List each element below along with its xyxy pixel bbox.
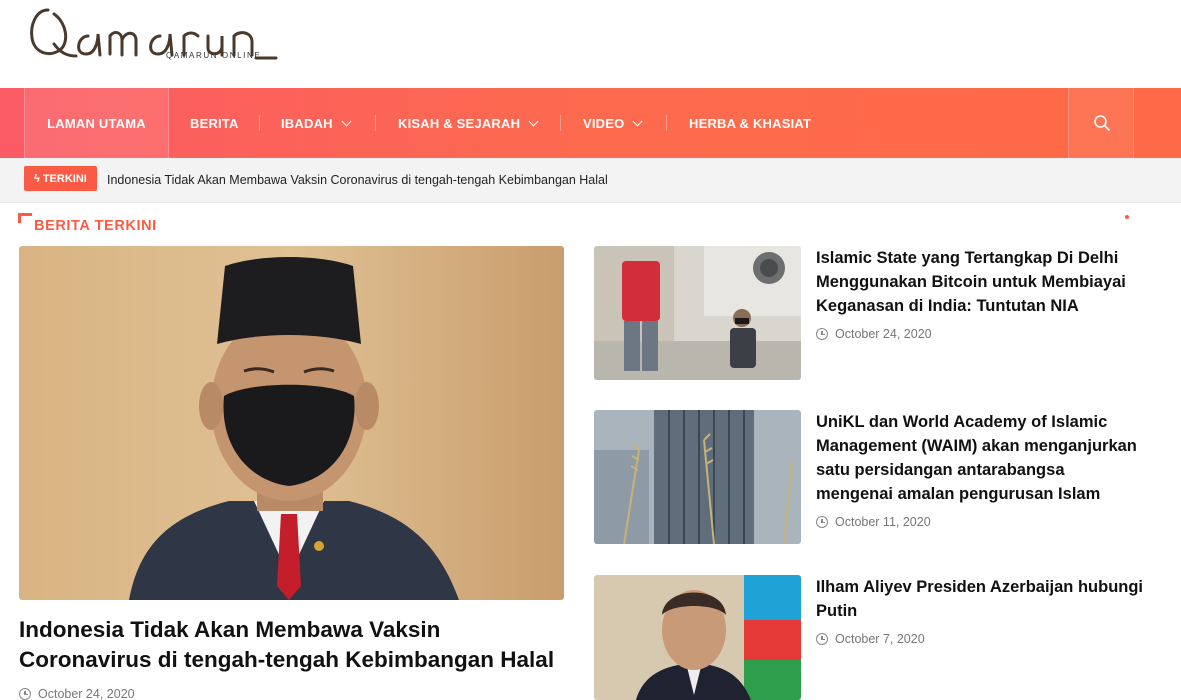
post-title[interactable]: Ilham Aliyev Presiden Azerbaijan hubungi…: [816, 575, 1146, 623]
post-thumbnail[interactable]: [594, 575, 801, 700]
search-button[interactable]: [1068, 88, 1134, 158]
post-date-meta: October 7, 2020: [816, 632, 925, 646]
slider-dot[interactable]: [1125, 215, 1129, 219]
nav-divider: [560, 115, 561, 131]
chevron-down-icon: [633, 116, 643, 126]
post-title[interactable]: Islamic State yang Tertangkap Di Delhi M…: [816, 246, 1146, 318]
post-date: October 7, 2020: [835, 632, 925, 646]
ticker-badge-label: TERKINI: [42, 172, 87, 185]
post-thumbnail[interactable]: [594, 410, 801, 544]
post-photo: [594, 575, 801, 700]
nav-label: BERITA: [190, 115, 239, 131]
search-icon: [1094, 115, 1110, 131]
post-date-meta: October 24, 2020: [816, 327, 932, 341]
nav-divider: [375, 115, 376, 131]
chevron-down-icon: [341, 116, 352, 126]
post-photo: [594, 410, 801, 544]
featured-article-date: October 24, 2020: [19, 687, 135, 700]
post-photo: [594, 246, 801, 380]
post-date: October 11, 2020: [835, 515, 931, 529]
clock-icon: [19, 688, 31, 700]
nav-label: LAMAN UTAMA: [47, 115, 146, 131]
heading-corner-accent: [18, 213, 32, 223]
news-ticker: ϟ TERKINI Indonesia Tidak Akan Membawa V…: [0, 158, 1181, 203]
main-navigation: LAMAN UTAMA BERITA IBADAH KISAH & SEJARA…: [0, 88, 1181, 158]
nav-label: HERBA & KHASIAT: [689, 115, 812, 131]
post-date: October 24, 2020: [38, 687, 135, 700]
clock-icon: [816, 633, 828, 645]
clock-icon: [816, 516, 828, 528]
logo-tagline: QAMARUN ONLINE: [166, 51, 262, 60]
bolt-icon: ϟ: [34, 172, 40, 185]
post-thumbnail[interactable]: [594, 246, 801, 380]
featured-photo: [19, 246, 564, 600]
nav-label: KISAH & SEJARAH: [398, 115, 521, 131]
nav-label: IBADAH: [281, 115, 333, 131]
site-logo[interactable]: QAMARUN ONLINE: [26, 0, 286, 70]
featured-article-image[interactable]: [19, 246, 564, 600]
ticker-badge: ϟ TERKINI: [24, 166, 97, 191]
nav-label: VIDEO: [583, 115, 625, 131]
post-title[interactable]: UniKL dan World Academy of Islamic Manag…: [816, 410, 1146, 506]
ticker-headline-link[interactable]: Indonesia Tidak Akan Membawa Vaksin Coro…: [107, 173, 608, 187]
nav-item-kisah-sejarah[interactable]: KISAH & SEJARAH: [398, 88, 539, 158]
post-date: October 24, 2020: [835, 327, 932, 341]
section-title: BERITA TERKINI: [34, 218, 157, 234]
nav-item-video[interactable]: VIDEO: [583, 88, 643, 158]
nav-divider: [259, 115, 260, 131]
clock-icon: [816, 328, 828, 340]
chevron-down-icon: [528, 116, 539, 126]
nav-item-berita[interactable]: BERITA: [190, 88, 239, 158]
nav-item-laman-utama[interactable]: LAMAN UTAMA: [24, 88, 169, 158]
nav-divider: [666, 115, 667, 131]
nav-item-ibadah[interactable]: IBADAH: [281, 88, 352, 158]
post-date-meta: October 11, 2020: [816, 515, 931, 529]
nav-item-herba-khasiat[interactable]: HERBA & KHASIAT: [689, 88, 811, 158]
featured-article-title[interactable]: Indonesia Tidak Akan Membawa Vaksin Coro…: [19, 615, 579, 675]
